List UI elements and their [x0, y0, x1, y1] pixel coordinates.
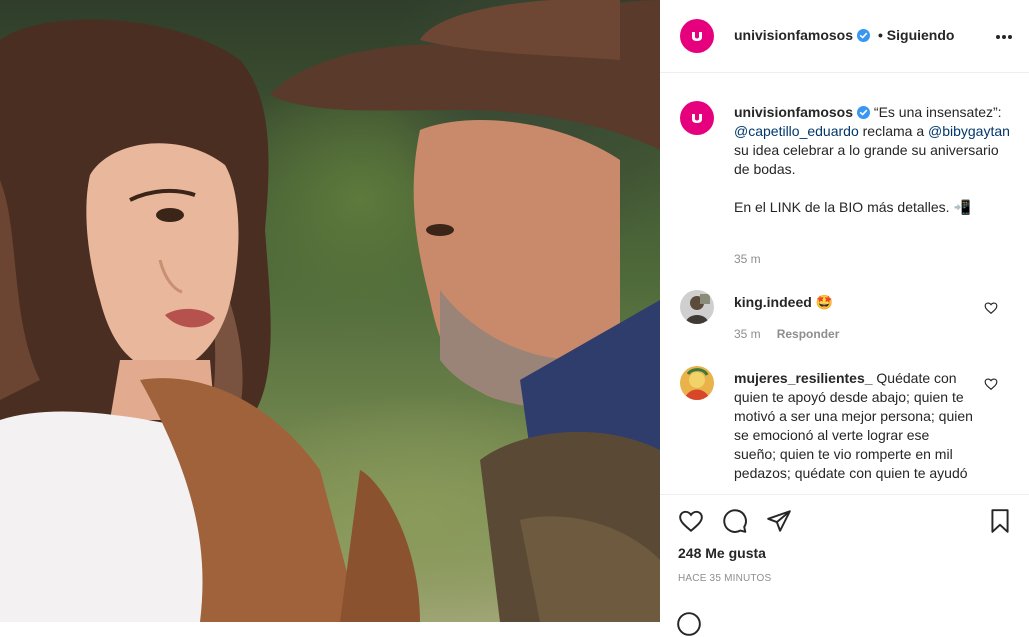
comment-time[interactable]: 35 m — [734, 327, 761, 341]
comment-like-icon[interactable] — [984, 301, 998, 315]
mention-link[interactable]: @bibygaytan — [928, 123, 1010, 139]
post-timestamp[interactable]: HACE 35 MINUTOS — [678, 573, 771, 584]
comment-meta: 35 m Responder — [734, 327, 855, 341]
comment-body: Quédate con quien te apoyó desde abajo; … — [734, 370, 973, 481]
photo-illustration — [0, 0, 660, 622]
commenter-avatar[interactable] — [680, 290, 714, 324]
comment-username[interactable]: mujeres_resilientes_ — [734, 370, 873, 386]
post-side-panel: univisionfamosos • Siguiendo univisionfa… — [660, 0, 1029, 636]
header-username-text[interactable]: univisionfamosos — [734, 27, 853, 43]
more-options-icon[interactable] — [995, 34, 1013, 40]
avatar-image — [680, 290, 714, 324]
mention-link[interactable]: @capetillo_eduardo — [734, 123, 859, 139]
comments-list[interactable]: univisionfamosos “Es una insensatez”: @c… — [660, 74, 1029, 494]
comment-text: king.indeed 🤩 — [734, 293, 974, 312]
caption-time[interactable]: 35 m — [734, 252, 761, 266]
caption-avatar[interactable] — [680, 101, 714, 135]
verified-badge-icon — [857, 106, 871, 119]
bookmark-icon[interactable] — [987, 508, 1013, 534]
post-photo[interactable] — [0, 0, 660, 622]
verified-badge-icon — [857, 29, 871, 42]
post-actions: 248 Me gusta HACE 35 MINUTOS — [660, 494, 1029, 636]
comment-body: 🤩 — [811, 294, 834, 310]
caption-body-2: reclama a — [858, 123, 928, 139]
univision-logo-icon — [692, 114, 702, 123]
caption-body-4: En el LINK de la BIO más detalles. 📲 — [734, 199, 971, 215]
paper-plane-icon[interactable] — [766, 508, 792, 534]
comment-username[interactable]: king.indeed — [734, 294, 812, 310]
follow-status[interactable]: • Siguiendo — [878, 27, 954, 43]
caption-text: univisionfamosos “Es una insensatez”: @c… — [734, 103, 1014, 217]
reply-button[interactable]: Responder — [777, 327, 840, 341]
caption-username[interactable]: univisionfamosos — [734, 104, 853, 120]
likes-count[interactable]: 248 Me gusta — [678, 545, 766, 561]
caption-body-3: su idea celebrar a lo grande su aniversa… — [734, 142, 999, 177]
avatar-image — [680, 366, 714, 400]
comment-like-icon[interactable] — [984, 377, 998, 391]
post-header: univisionfamosos • Siguiendo — [660, 0, 1029, 73]
header-username[interactable]: univisionfamosos — [734, 27, 871, 43]
commenter-avatar[interactable] — [680, 366, 714, 400]
comment-text: mujeres_resilientes_ Quédate con quien t… — [734, 369, 974, 483]
emoji-icon[interactable] — [676, 611, 702, 637]
univision-logo-icon — [692, 32, 702, 41]
heart-icon[interactable] — [678, 508, 704, 534]
account-avatar[interactable] — [680, 19, 714, 53]
caption-body-1: “Es una insensatez”: — [870, 104, 1002, 120]
comment-icon[interactable] — [722, 508, 748, 534]
